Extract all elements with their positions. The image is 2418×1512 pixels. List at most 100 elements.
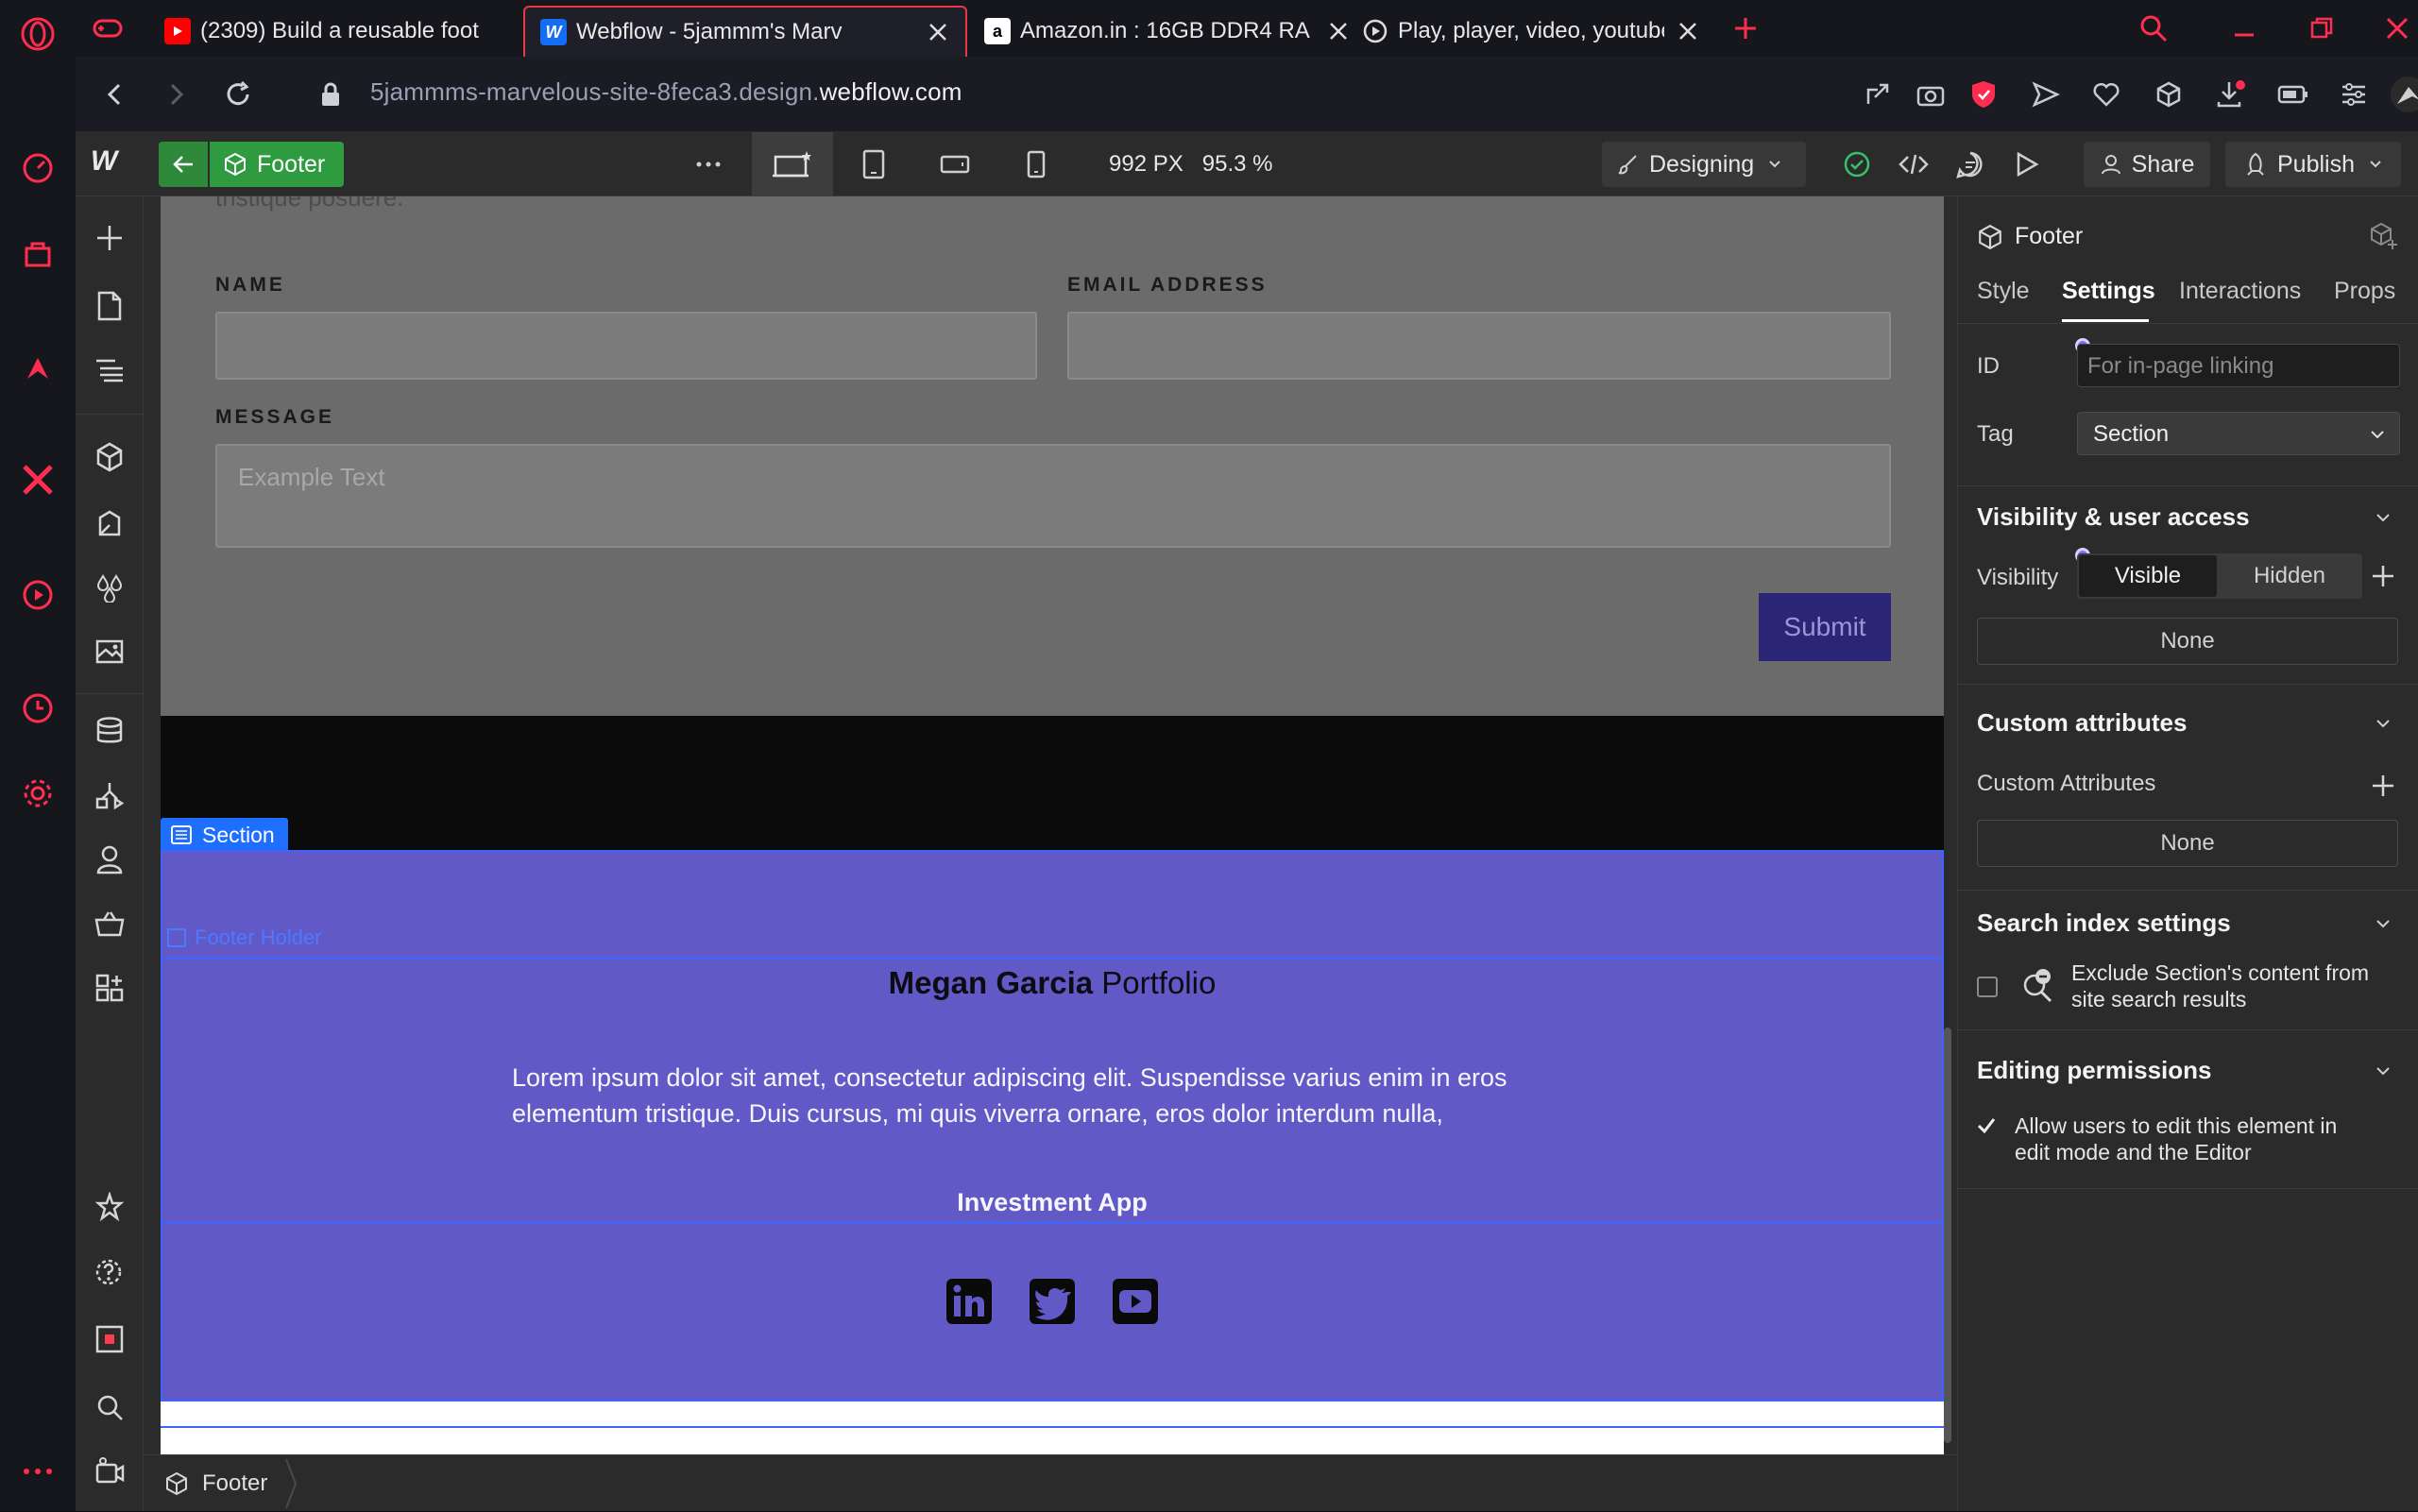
more-options-icon[interactable] (690, 145, 727, 183)
search-tabs-icon[interactable] (2135, 9, 2172, 47)
cms-database-icon[interactable] (91, 712, 128, 750)
breakpoint-landscape-button[interactable] (914, 132, 996, 196)
tab-props[interactable]: Props (2334, 278, 2395, 305)
breakpoint-portrait-button[interactable] (996, 132, 1077, 196)
minimize-icon[interactable] (2225, 9, 2263, 47)
visibility-section-title[interactable]: Visibility & user access (1977, 502, 2250, 532)
custom-attributes-none[interactable]: None (1977, 820, 2398, 867)
email-field[interactable] (1067, 312, 1891, 380)
code-export-icon[interactable] (1895, 145, 1933, 183)
shopping-icon[interactable] (19, 236, 57, 274)
submit-button[interactable]: Submit (1759, 593, 1891, 661)
editing-allowed-checkbox[interactable] (1975, 1114, 1998, 1137)
style-selectors-icon[interactable] (91, 504, 128, 542)
breakpoint-tablet-button[interactable] (833, 132, 914, 196)
reload-icon[interactable] (219, 76, 257, 113)
tab-amazon[interactable]: a Amazon.in : 16GB DDR4 RA (969, 6, 1366, 57)
tab-player[interactable]: Play, player, video, youtube (1347, 6, 1715, 57)
visibility-hidden-option[interactable]: Hidden (2219, 555, 2360, 597)
history-icon[interactable] (19, 689, 57, 727)
comments-icon[interactable] (1951, 145, 1989, 183)
publish-button[interactable]: Publish (2225, 142, 2401, 187)
profile-avatar[interactable] (2390, 76, 2418, 113)
apps-icon[interactable] (91, 969, 128, 1007)
editing-permissions-section-title[interactable]: Editing permissions (1977, 1056, 2212, 1085)
name-field[interactable] (215, 312, 1037, 380)
search-index-section-title[interactable]: Search index settings (1977, 909, 2231, 938)
chevron-down-icon[interactable] (2372, 712, 2394, 735)
tab-webflow[interactable]: W Webflow - 5jammm's Marv (523, 6, 967, 57)
custom-attributes-section-title[interactable]: Custom attributes (1977, 708, 2187, 738)
video-tutorials-icon[interactable] (91, 1453, 128, 1490)
webflow-logo-icon[interactable]: W (91, 145, 132, 183)
tag-select[interactable]: Section (2077, 412, 2400, 455)
navigator-icon[interactable] (91, 351, 128, 389)
aria-icon[interactable] (19, 349, 57, 387)
component-settings-icon[interactable] (2368, 221, 2398, 251)
ecommerce-basket-icon[interactable] (91, 905, 128, 943)
breadcrumb-item-footer[interactable]: Footer (202, 1470, 267, 1497)
selected-element-tag[interactable]: Section (161, 818, 288, 852)
message-field[interactable]: Example Text (215, 444, 1891, 548)
camera-snapshot-icon[interactable] (1912, 76, 1950, 113)
ai-assistant-icon[interactable] (91, 1188, 128, 1226)
visibility-visible-option[interactable]: Visible (2079, 555, 2217, 597)
heart-icon[interactable] (2087, 76, 2125, 113)
exclude-search-checkbox[interactable] (1977, 977, 1998, 997)
battery-icon[interactable] (2274, 76, 2312, 113)
speed-dial-icon[interactable] (19, 149, 57, 187)
component-badge[interactable]: Footer (210, 142, 345, 187)
logic-flow-icon[interactable] (91, 776, 128, 814)
gamepad-icon[interactable] (89, 9, 127, 47)
add-elements-icon[interactable] (91, 219, 128, 257)
footer-description[interactable]: Lorem ipsum dolor sit amet, consectetur … (512, 1060, 1570, 1131)
linkedin-icon[interactable] (945, 1277, 994, 1326)
variables-drops-icon[interactable] (91, 569, 128, 606)
share-button[interactable]: Share (2084, 142, 2210, 187)
url-field[interactable]: 5jammms-marvelous-site-8feca3.design.web… (370, 77, 962, 107)
send-icon[interactable] (2027, 76, 2065, 113)
tab-style[interactable]: Style (1977, 278, 2030, 305)
tab-interactions[interactable]: Interactions (2179, 278, 2301, 305)
record-stop-icon[interactable] (91, 1320, 128, 1358)
share-page-icon[interactable] (1859, 76, 1897, 113)
add-condition-plus-icon[interactable] (2370, 563, 2396, 589)
footer-holder-tag[interactable]: Footer Holder (166, 926, 322, 950)
easy-setup-icon[interactable] (2335, 76, 2373, 113)
contact-form-section[interactable]: tristique posuere. NAME EMAIL ADDRESS ME… (161, 196, 1944, 716)
window-close-icon[interactable] (2378, 9, 2416, 47)
close-icon[interactable] (1676, 19, 1700, 43)
search-icon[interactable] (91, 1388, 128, 1426)
footer-title[interactable]: Megan Garcia Portfolio (161, 965, 1944, 1001)
visibility-conditions-none[interactable]: None (1977, 618, 2398, 665)
canvas-scrollbar[interactable] (1944, 1028, 1951, 1443)
tab-settings[interactable]: Settings (2062, 278, 2155, 305)
add-attribute-plus-icon[interactable] (2370, 773, 2396, 799)
more-dots-icon[interactable] (19, 1453, 57, 1490)
adblock-shield-icon[interactable] (1965, 76, 2002, 113)
pages-icon[interactable] (91, 287, 128, 325)
chevron-down-icon[interactable] (2372, 912, 2394, 935)
cube-extensions-icon[interactable] (2150, 76, 2188, 113)
users-icon[interactable] (91, 841, 128, 878)
back-arrow-icon[interactable] (96, 76, 134, 113)
id-input[interactable]: For in-page linking (2077, 344, 2400, 387)
restore-icon[interactable] (2303, 9, 2341, 47)
status-check-icon[interactable] (1838, 145, 1876, 183)
twitter-icon[interactable] (1028, 1277, 1077, 1326)
help-icon[interactable] (91, 1252, 128, 1290)
footer-app-link[interactable]: Investment App (161, 1188, 1944, 1217)
exit-component-button[interactable] (159, 142, 208, 187)
settings-gear-icon[interactable] (19, 774, 57, 812)
new-tab-plus-icon[interactable] (1727, 9, 1764, 47)
preview-play-icon[interactable] (2008, 145, 2046, 183)
forward-arrow-icon[interactable] (157, 76, 195, 113)
assets-image-icon[interactable] (91, 633, 128, 671)
chevron-down-icon[interactable] (2372, 506, 2394, 529)
youtube-icon[interactable] (1111, 1277, 1160, 1326)
components-icon[interactable] (91, 438, 128, 476)
download-icon[interactable] (2212, 76, 2250, 113)
mode-dropdown[interactable]: Designing (1602, 142, 1806, 187)
opera-logo-icon[interactable] (19, 15, 57, 53)
player-icon[interactable] (19, 576, 57, 614)
